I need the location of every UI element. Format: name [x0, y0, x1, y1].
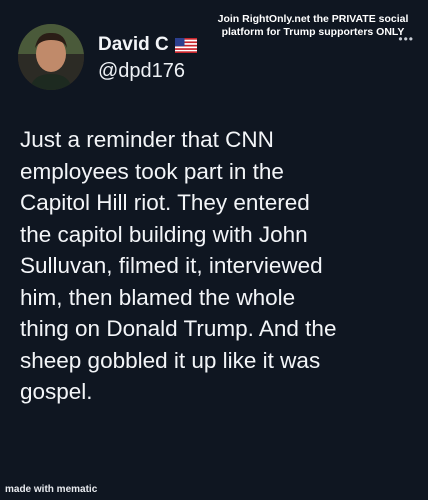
watermark: made with mematic	[5, 484, 98, 495]
tweet-text-line: Capitol Hill riot. They entered	[20, 190, 310, 215]
tweet-text-line: employees took part in the	[20, 158, 284, 184]
user-handle[interactable]: @dpd176	[98, 60, 185, 83]
promo-banner: Join RightOnly.net the PRIVATE social pl…	[208, 13, 418, 39]
tweet-text-line: gospel.	[20, 379, 93, 404]
promo-banner-line: Join RightOnly.net the PRIVATE social	[217, 13, 409, 25]
avatar[interactable]	[18, 24, 84, 90]
tweet-text: Just a reminder that CNN employees took …	[20, 124, 420, 408]
author-name-row: David C	[98, 34, 197, 56]
tweet-text-line: thing on Donald Trump. And the	[20, 316, 337, 341]
tweet-text-line: him, then blamed the whole	[20, 284, 296, 310]
promo-banner-line: platform for Trump supporters ONLY	[221, 26, 405, 38]
tweet-text-line: the capitol building with John	[20, 221, 308, 247]
tweet-text-line: Sulluvan, filmed it, interviewed	[20, 253, 323, 278]
display-name[interactable]: David C	[98, 34, 169, 56]
tweet-text-line: Just a reminder that CNN	[20, 127, 274, 152]
tweet-text-line: sheep gobbled it up like it was	[20, 347, 321, 373]
profile-photo-icon	[18, 24, 84, 90]
ellipsis-icon[interactable]: •••	[398, 32, 414, 46]
us-flag-icon	[174, 37, 197, 53]
